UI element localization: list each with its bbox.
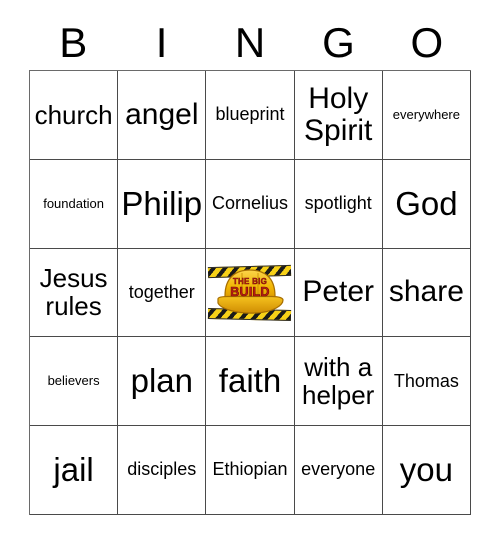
header-letter-i: I bbox=[155, 19, 168, 66]
bingo-cell-label: everywhere bbox=[392, 106, 460, 122]
bingo-cell[interactable]: God bbox=[382, 159, 471, 249]
bingo-cell[interactable]: blueprint bbox=[206, 71, 295, 160]
bingo-cell-label: Ethiopian bbox=[212, 459, 288, 480]
hard-hat-icon: THE BIG BUILD bbox=[213, 269, 287, 315]
bingo-cell[interactable]: disciples bbox=[118, 426, 207, 515]
bingo-cell-label: with a helper bbox=[302, 352, 375, 411]
bingo-cell-label: together bbox=[128, 281, 195, 302]
bingo-cell[interactable]: everyone bbox=[294, 426, 383, 515]
bingo-cell-label: share bbox=[388, 275, 464, 309]
bingo-cell-label: jail bbox=[53, 451, 94, 489]
bingo-cell[interactable]: share bbox=[382, 248, 471, 338]
bingo-cell[interactable]: plan bbox=[118, 337, 207, 427]
bingo-cell-label: faith bbox=[218, 362, 282, 400]
bingo-cell[interactable]: spotlight bbox=[294, 159, 383, 249]
bingo-cell[interactable]: with a helper bbox=[294, 337, 383, 427]
bingo-cell-label: everyone bbox=[301, 459, 376, 480]
bingo-cell[interactable]: believers bbox=[30, 337, 119, 427]
bingo-cell[interactable]: angel bbox=[118, 71, 207, 160]
bingo-cell[interactable]: Ethiopian bbox=[206, 426, 295, 515]
bingo-cell[interactable]: you bbox=[382, 426, 471, 515]
bingo-free-space-cell[interactable]: THE BIG BUILD bbox=[206, 248, 295, 338]
bingo-cell[interactable]: church bbox=[30, 71, 119, 160]
bingo-cell-label: spotlight bbox=[304, 192, 372, 213]
bingo-cell-label: disciples bbox=[127, 459, 197, 480]
bingo-cell[interactable]: faith bbox=[206, 337, 295, 427]
header-letter-b: B bbox=[59, 19, 88, 66]
bingo-cell[interactable]: Thomas bbox=[382, 337, 471, 427]
bingo-cell-label: church bbox=[34, 99, 113, 130]
bingo-cell-label: Holy Spirit bbox=[304, 81, 373, 147]
bingo-cell[interactable]: jail bbox=[30, 426, 119, 515]
bingo-cell-label: foundation bbox=[43, 195, 104, 211]
bingo-header-row: B I N G O bbox=[29, 16, 471, 70]
bingo-cell[interactable]: together bbox=[118, 248, 207, 338]
bingo-cell-label: Thomas bbox=[393, 370, 459, 391]
bingo-cell-label: Jesus rules bbox=[39, 263, 108, 322]
the-big-build-logo: THE BIG BUILD bbox=[206, 248, 294, 337]
bingo-cell-label: God bbox=[395, 184, 458, 222]
bingo-cell[interactable]: Philip bbox=[118, 159, 207, 249]
bingo-cell[interactable]: Cornelius bbox=[206, 159, 295, 249]
bingo-cell[interactable]: Jesus rules bbox=[30, 248, 119, 338]
header-letter-g: G bbox=[322, 19, 355, 66]
bingo-cell-label: blueprint bbox=[215, 104, 285, 125]
bingo-cell[interactable]: everywhere bbox=[382, 71, 471, 160]
svg-text:BUILD: BUILD bbox=[230, 285, 269, 299]
bingo-cell-label: Philip bbox=[121, 184, 203, 222]
bingo-cell-label: plan bbox=[130, 362, 193, 400]
bingo-grid: church angel blueprint Holy Spirit every… bbox=[29, 70, 471, 515]
bingo-card: B I N G O church angel blueprint Holy Sp… bbox=[0, 0, 500, 544]
bingo-cell-label: angel bbox=[125, 97, 199, 131]
bingo-cell-label: you bbox=[399, 451, 453, 489]
header-letter-n: N bbox=[234, 19, 266, 66]
bingo-cell[interactable]: Holy Spirit bbox=[294, 71, 383, 160]
bingo-cell[interactable]: foundation bbox=[30, 159, 119, 249]
header-letter-o: O bbox=[410, 19, 444, 66]
bingo-cell-label: Peter bbox=[302, 275, 375, 309]
bingo-cell-label: Cornelius bbox=[211, 192, 289, 213]
bingo-cell-label: believers bbox=[47, 373, 100, 389]
bingo-cell[interactable]: Peter bbox=[294, 248, 383, 338]
